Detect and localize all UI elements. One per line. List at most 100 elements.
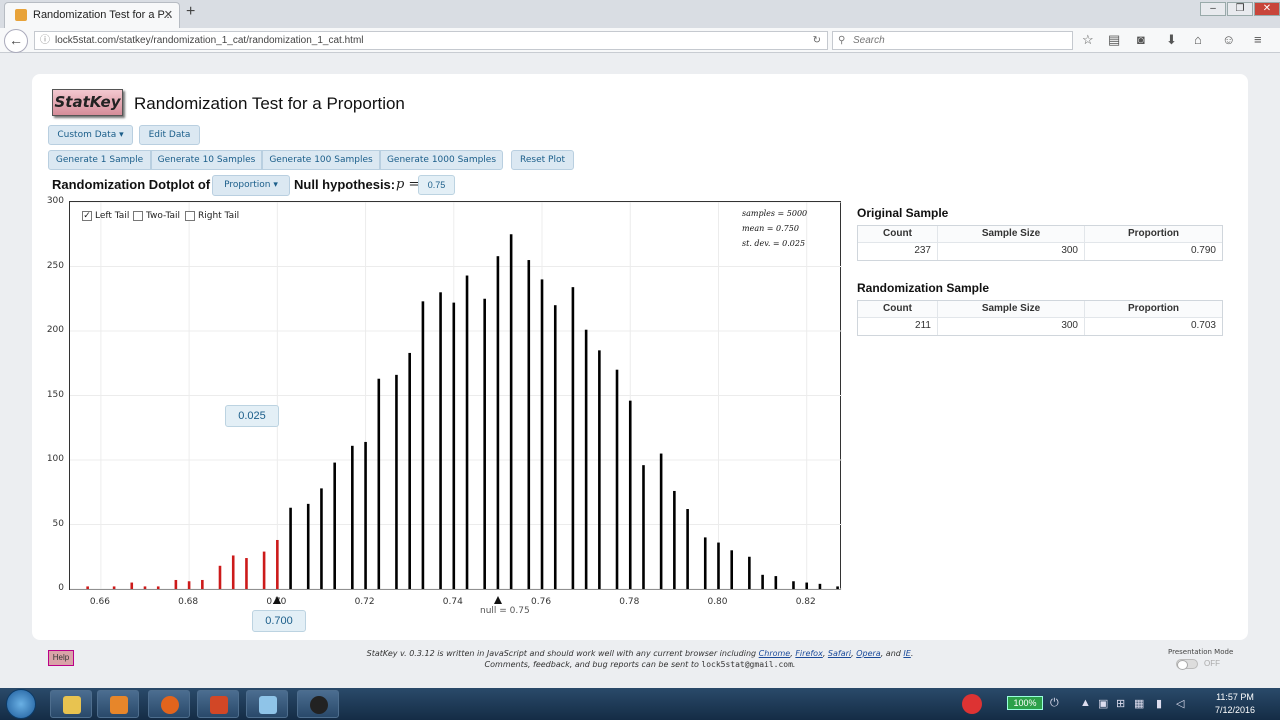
url-text: lock5stat.com/statkey/randomization_1_ca…: [55, 35, 364, 46]
generate-1000-button[interactable]: Generate 1000 Samples: [380, 150, 503, 170]
x-tick-label: 0.82: [795, 597, 816, 607]
col-count: Count: [858, 226, 938, 242]
right-tail-box[interactable]: [185, 211, 195, 221]
safari-link[interactable]: Safari: [828, 649, 851, 658]
taskbar-clock[interactable]: 11:57 PM 7/12/2016: [1210, 691, 1260, 717]
back-arrow-icon[interactable]: ←: [4, 29, 28, 53]
dotplot-bar: [571, 287, 575, 589]
col-proportion: Proportion: [1085, 226, 1222, 242]
reading-list-icon[interactable]: ▤: [1108, 32, 1120, 48]
presentation-mode-label: Presentation Mode: [1168, 648, 1234, 656]
obs-icon[interactable]: [297, 690, 339, 718]
left-tail-box[interactable]: ✓: [82, 211, 92, 221]
media-player-icon[interactable]: [97, 690, 139, 718]
ie-link[interactable]: IE: [903, 649, 910, 658]
plug-icon[interactable]: ⏻: [1050, 697, 1059, 710]
generate-1-button[interactable]: Generate 1 Sample: [48, 150, 151, 170]
dotplot-bar: [156, 586, 160, 589]
browser-tab[interactable]: Randomization Test for a P... ✕: [4, 2, 180, 28]
original-count: 237: [858, 243, 938, 260]
dotplot-bar: [818, 583, 822, 589]
close-window-icon[interactable]: ✕: [1254, 2, 1280, 16]
x-tick-label: 0.74: [442, 597, 463, 607]
url-bar[interactable]: ⓘ lock5stat.com/statkey/randomization_1_…: [34, 31, 828, 50]
firefox-icon[interactable]: [148, 690, 190, 718]
cutoff-value-input[interactable]: 0.700: [252, 610, 306, 632]
dotplot-bar: [395, 374, 398, 589]
two-tail-box[interactable]: [133, 211, 143, 221]
tray-grid-icon[interactable]: ⊞: [1116, 697, 1125, 710]
menu-icon[interactable]: ≡: [1254, 32, 1262, 47]
dotplot-bar: [306, 503, 310, 589]
minimize-icon[interactable]: –: [1200, 2, 1226, 16]
right-tail-checkbox[interactable]: Right Tail: [185, 210, 239, 222]
smiley-icon[interactable]: ☺: [1222, 32, 1235, 47]
null-symbol: p =: [396, 177, 420, 192]
explorer-icon[interactable]: [50, 690, 92, 718]
dotplot-bar: [289, 507, 292, 589]
dotplot-bar: [408, 352, 411, 589]
search-input[interactable]: ⚲ Search: [832, 31, 1073, 50]
signal-icon[interactable]: ▮: [1156, 697, 1162, 710]
null-hypothesis-label: Null hypothesis:: [294, 177, 396, 192]
col-count: Count: [858, 301, 938, 317]
dotplot-bar: [112, 586, 116, 589]
dotplot-svg: [70, 202, 842, 590]
chrome-link[interactable]: Chrome: [759, 649, 791, 658]
edit-data-button[interactable]: Edit Data: [139, 125, 200, 145]
reload-icon[interactable]: ↻: [813, 32, 821, 49]
firefox-link[interactable]: Firefox: [795, 649, 822, 658]
dotplot-bar: [761, 574, 764, 589]
tray-expand-icon[interactable]: ▲: [1080, 697, 1091, 709]
lock-icon: [15, 9, 27, 21]
tray-window-icon[interactable]: ▣: [1098, 697, 1108, 710]
clock-date: 7/12/2016: [1214, 705, 1256, 715]
y-tick-label: 0: [58, 583, 64, 593]
dotplot-bar: [218, 565, 222, 589]
volume-icon[interactable]: ◁: [1176, 697, 1184, 710]
original-sample-title: Original Sample: [857, 206, 949, 220]
dotplot-bar: [496, 256, 500, 589]
presentation-mode-state: OFF: [1204, 659, 1220, 668]
statkey-logo[interactable]: StatKey: [52, 89, 123, 116]
presentation-mode-toggle[interactable]: [1176, 659, 1198, 670]
powerpoint-icon[interactable]: [197, 690, 239, 718]
left-tail-checkbox[interactable]: ✓ Left Tail: [82, 210, 129, 222]
start-button-icon[interactable]: [6, 689, 36, 719]
bookmark-star-icon[interactable]: ☆: [1082, 32, 1094, 48]
app-icon[interactable]: [246, 690, 288, 718]
dotplot-bar: [730, 550, 734, 589]
reset-plot-button[interactable]: Reset Plot: [511, 150, 574, 170]
statistic-select[interactable]: Proportion ▾: [212, 175, 290, 196]
original-sample-table: Count Sample Size Proportion 237 300 0.7…: [857, 225, 1223, 261]
download-icon[interactable]: ⬇: [1166, 32, 1177, 48]
new-tab-icon[interactable]: +: [186, 3, 195, 21]
dotplot-bar: [452, 302, 456, 589]
opera-link[interactable]: Opera: [856, 649, 881, 658]
null-marker-label: null = 0.75: [480, 606, 530, 616]
col-proportion: Proportion: [1085, 301, 1222, 317]
battery-indicator[interactable]: 100%: [1007, 696, 1043, 710]
dotplot-bar: [673, 490, 676, 589]
dotplot-bar: [748, 556, 751, 589]
dotplot-bar: [553, 305, 557, 589]
pocket-icon[interactable]: ◙: [1137, 32, 1145, 47]
home-icon[interactable]: ⌂: [1194, 32, 1202, 47]
tail-proportion-label[interactable]: 0.025: [225, 405, 279, 427]
y-tick-label: 100: [46, 454, 64, 464]
generate-10-button[interactable]: Generate 10 Samples: [151, 150, 262, 170]
y-tick-label: 250: [46, 260, 64, 271]
maximize-icon[interactable]: ❐: [1227, 2, 1253, 16]
network-icon[interactable]: ▦: [1134, 697, 1144, 710]
dotplot-bar: [86, 586, 89, 589]
dotplot-bar: [686, 509, 689, 589]
two-tail-checkbox[interactable]: Two-Tail: [133, 210, 180, 222]
x-tick-label: 0.66: [89, 597, 110, 607]
generate-100-button[interactable]: Generate 100 Samples: [262, 150, 380, 170]
cutoff-marker-icon[interactable]: [273, 596, 282, 604]
close-tab-icon[interactable]: ✕: [164, 3, 173, 27]
tray-app-icon[interactable]: [962, 694, 982, 714]
dotplot-label: Randomization Dotplot of: [52, 177, 211, 192]
custom-data-button[interactable]: Custom Data ▾: [48, 125, 133, 145]
null-value-input[interactable]: 0.75: [418, 175, 455, 195]
